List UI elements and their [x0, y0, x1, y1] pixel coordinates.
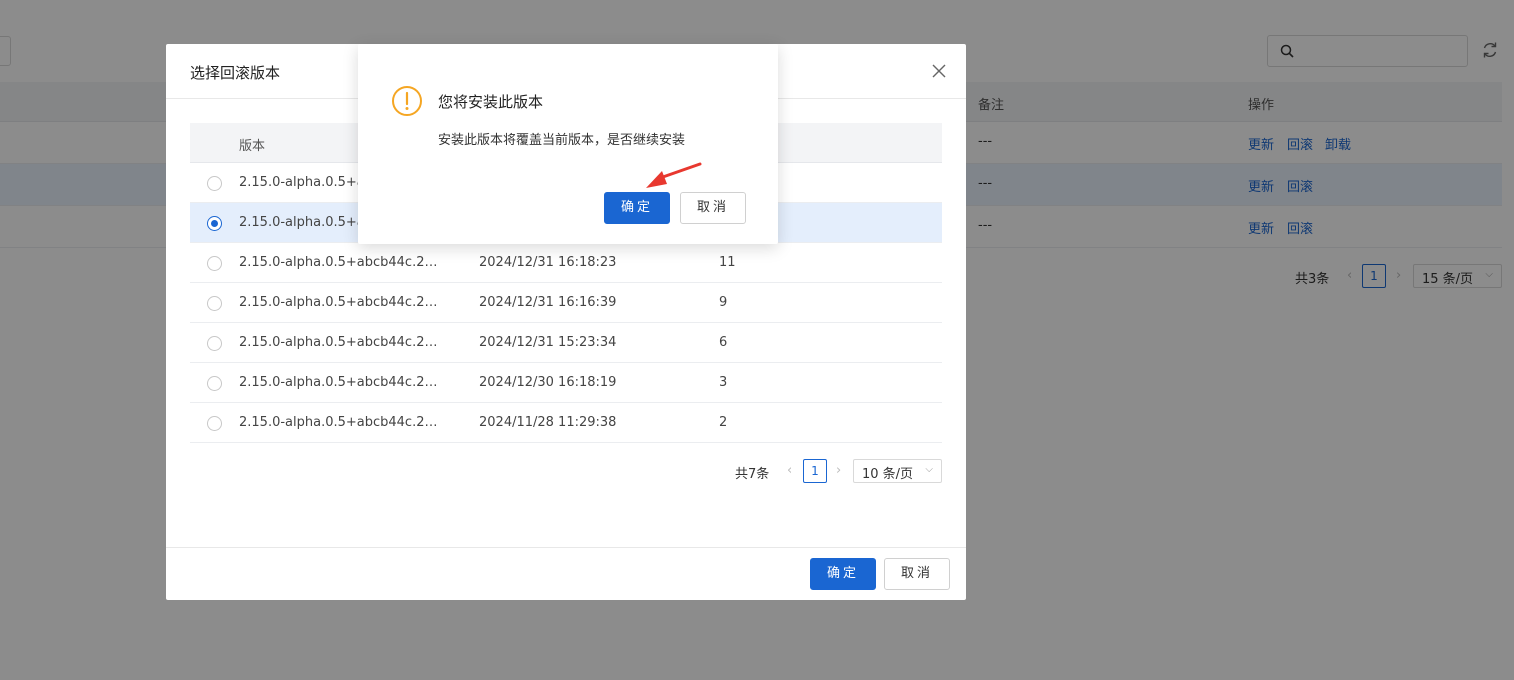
dialog-cancel-button[interactable]: 取消: [884, 558, 950, 590]
version-row[interactable]: 2.15.0-alpha.0.5+abcb44c.2024... 2024/12…: [190, 243, 942, 283]
popup-confirm-button[interactable]: 确定: [604, 192, 670, 224]
version-cell: 2.15.0-alpha.0.5+abcb44c.2024...: [239, 255, 444, 270]
close-icon[interactable]: [930, 62, 948, 80]
annotation-arrow-icon: [646, 162, 702, 188]
version-radio[interactable]: [207, 256, 222, 271]
number-cell: 11: [719, 255, 736, 270]
time-cell: 2024/12/31 16:18:23: [479, 255, 617, 270]
version-cell: 2.15.0-alpha.0.5+abcb44c.2024...: [239, 415, 444, 430]
version-cell: 2.15.0-alpha.0.5+abcb44c.2024...: [239, 375, 444, 390]
version-row[interactable]: 2.15.0-alpha.0.5+abcb44c.2024... 2024/12…: [190, 283, 942, 323]
dialog-confirm-button[interactable]: 确定: [810, 558, 876, 590]
number-cell: 6: [719, 335, 728, 350]
number-cell: 9: [719, 295, 728, 310]
number-cell: 2: [719, 415, 728, 430]
pagination-total: 共7条: [735, 467, 770, 482]
number-cell: 3: [719, 375, 728, 390]
version-radio[interactable]: [207, 296, 222, 311]
version-radio[interactable]: [207, 176, 222, 191]
popup-title: 您将安装此版本: [438, 93, 544, 111]
time-cell: 2024/12/30 16:18:19: [479, 375, 617, 390]
time-cell: 2024/12/31 15:23:34: [479, 335, 617, 350]
footer-divider: [166, 547, 966, 548]
dialog-title: 选择回滚版本: [190, 64, 281, 82]
version-row[interactable]: 2.15.0-alpha.0.5+abcb44c.2024... 2024/12…: [190, 363, 942, 403]
version-radio[interactable]: [207, 376, 222, 391]
version-row[interactable]: 2.15.0-alpha.0.5+abcb44c.2024... 2024/12…: [190, 323, 942, 363]
version-radio[interactable]: [207, 416, 222, 431]
popup-cancel-button[interactable]: 取消: [680, 192, 746, 224]
next-page-icon[interactable]: ›: [836, 463, 841, 478]
chevron-down-icon: ⌵: [925, 464, 933, 475]
popup-message: 安装此版本将覆盖当前版本，是否继续安装: [438, 133, 686, 148]
version-radio[interactable]: [207, 216, 222, 231]
prev-page-icon[interactable]: ‹: [787, 463, 792, 478]
page-size-select[interactable]: 10 条/页 ⌵: [853, 459, 942, 483]
version-radio[interactable]: [207, 336, 222, 351]
column-version: 版本: [239, 139, 266, 154]
version-row[interactable]: 2.15.0-alpha.0.5+abcb44c.2024... 2024/11…: [190, 403, 942, 443]
version-cell: 2.15.0-alpha.0.5+abcb44c.2024...: [239, 335, 444, 350]
time-cell: 2024/11/28 11:29:38: [479, 415, 617, 430]
confirm-popup: 您将安装此版本 安装此版本将覆盖当前版本，是否继续安装 确定 取消: [358, 44, 778, 244]
page-size-value: 10 条/页: [862, 467, 914, 482]
version-cell: 2.15.0-alpha.0.5+abcb44c.2024...: [239, 295, 444, 310]
warning-icon: [392, 86, 422, 116]
page-number[interactable]: 1: [803, 459, 827, 483]
time-cell: 2024/12/31 16:16:39: [479, 295, 617, 310]
